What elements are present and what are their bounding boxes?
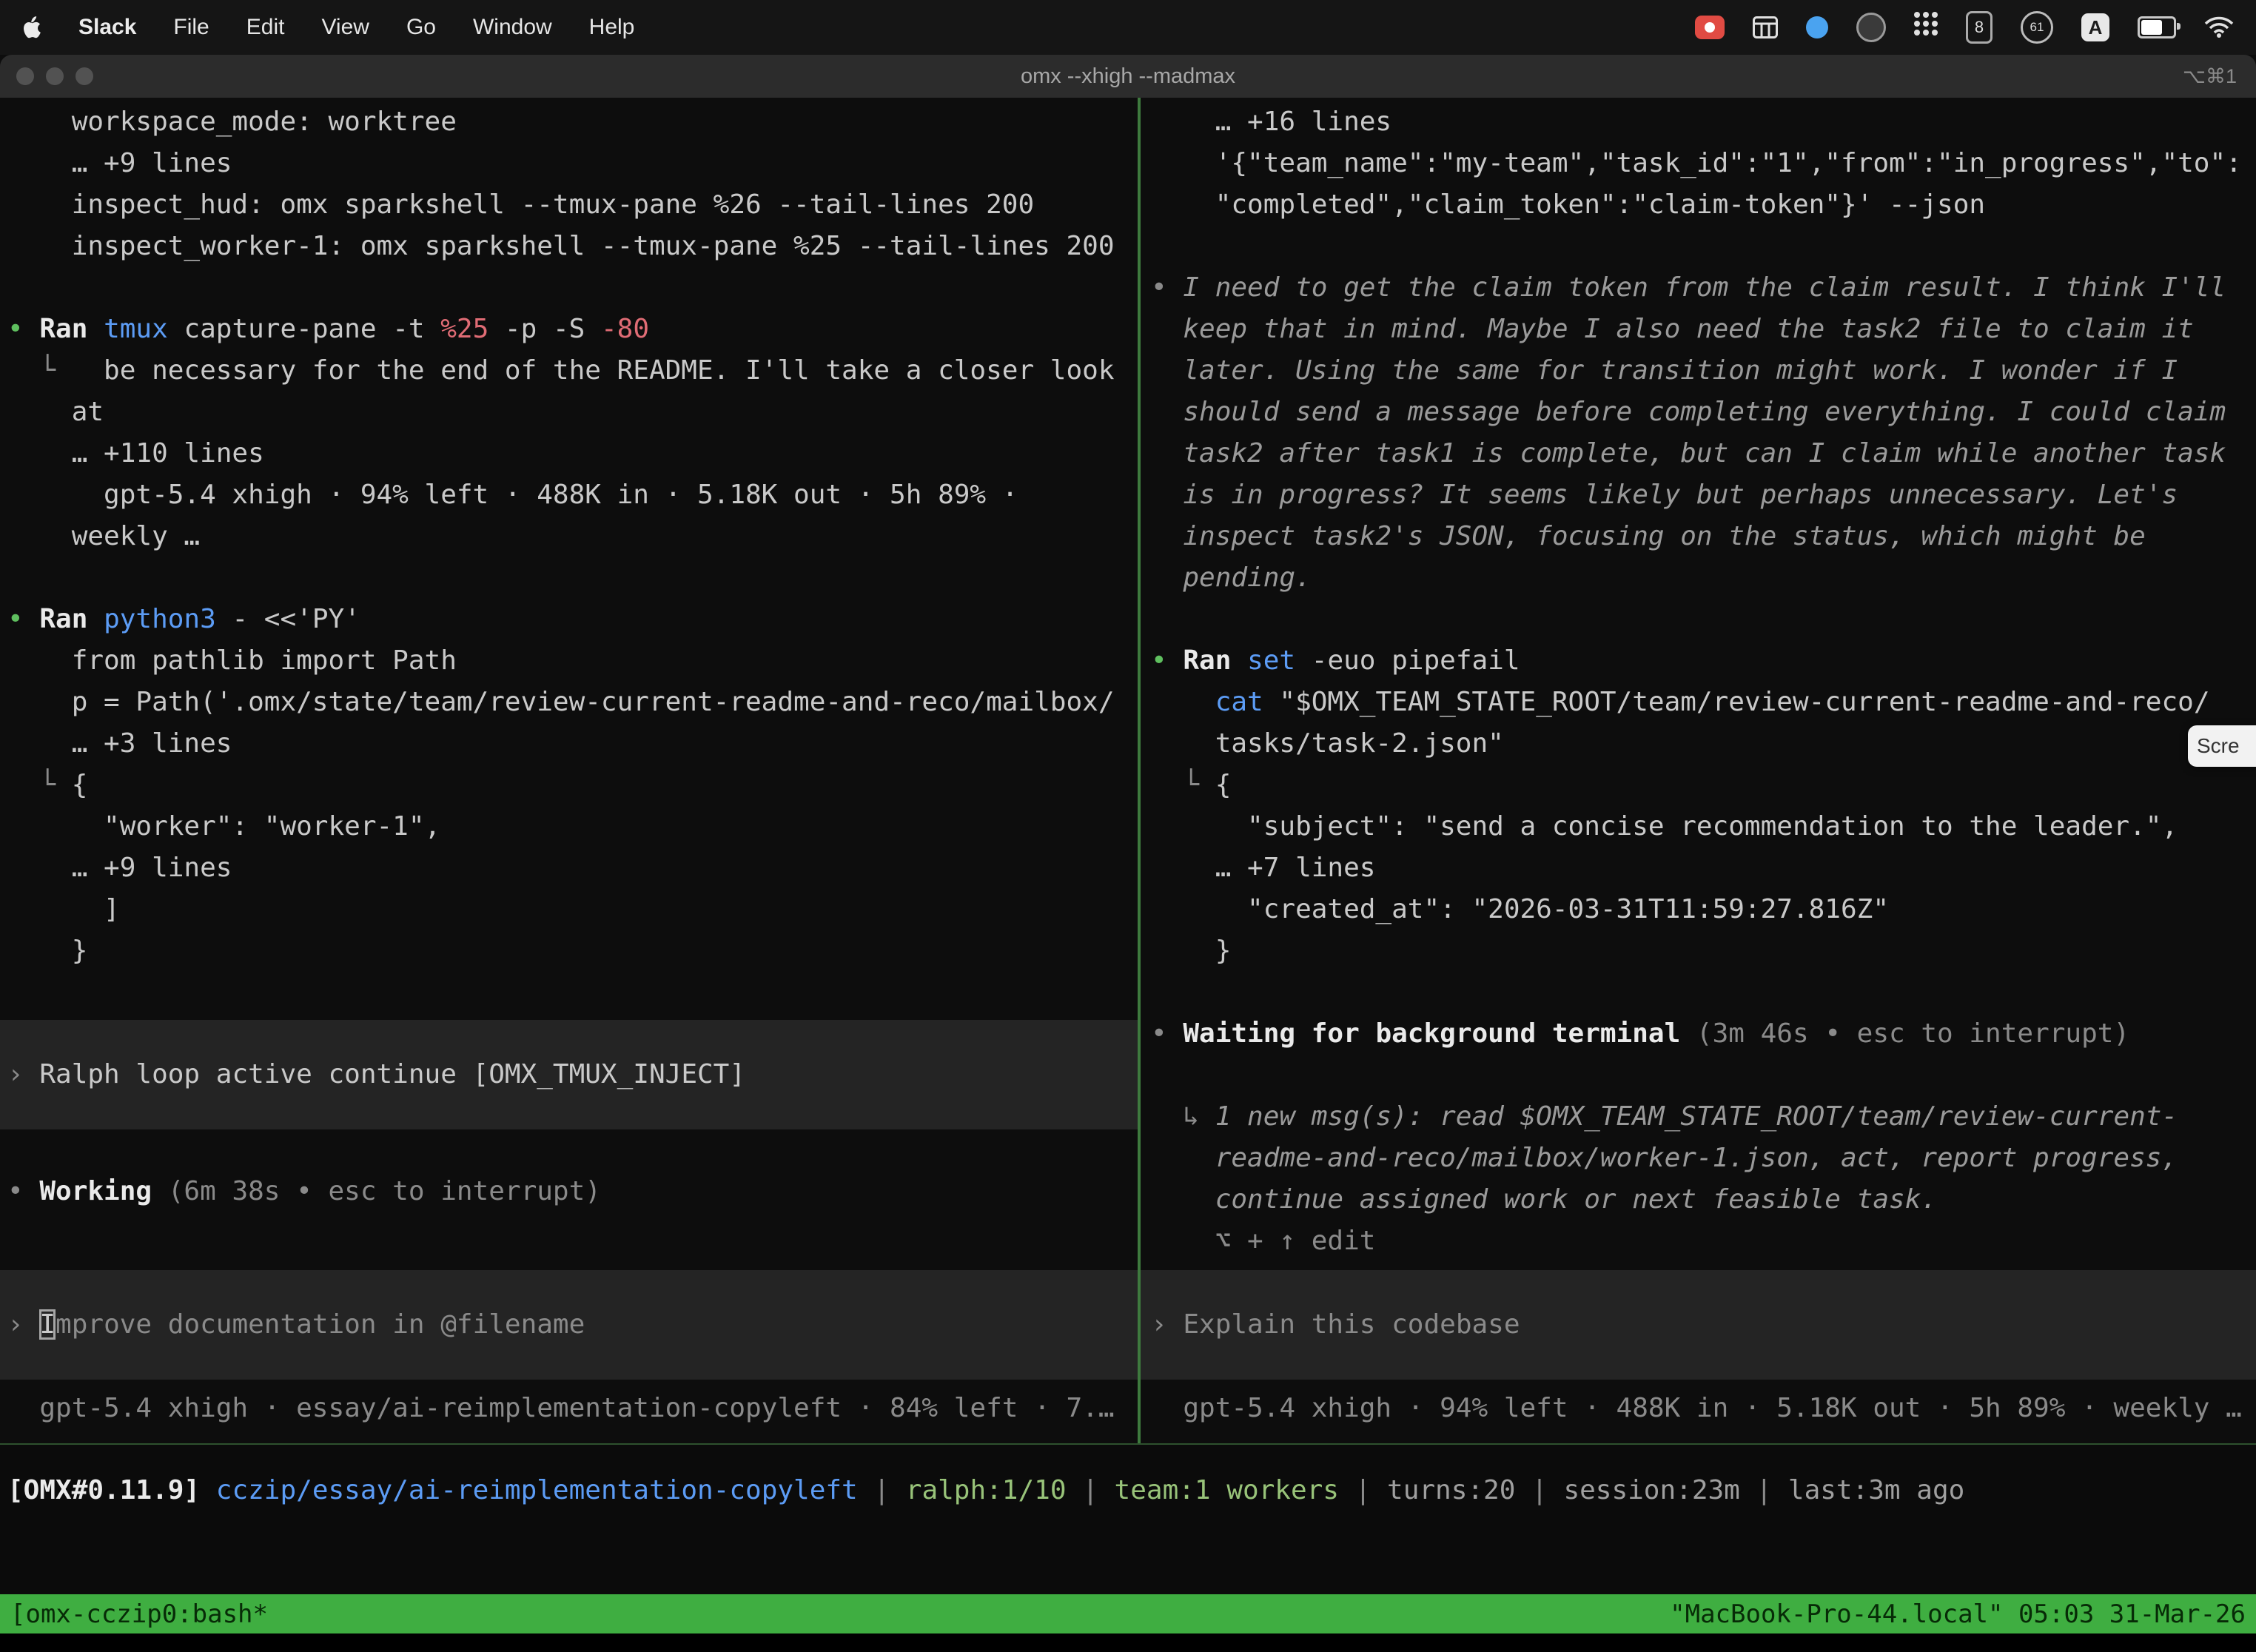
terminal-line: … +9 lines: [0, 847, 1138, 889]
terminal-line: inspect task2's JSON, focusing on the st…: [1141, 516, 2256, 557]
letter-a-icon[interactable]: A: [2081, 13, 2109, 41]
omx-status-line: [OMX#0.11.9] cczip/essay/ai-reimplementa…: [0, 1445, 2256, 1511]
dark-circle-icon[interactable]: [1856, 12, 1886, 43]
prompt-ralph-loop[interactable]: › Ralph loop active continue [OMX_TMUX_I…: [0, 1020, 1138, 1129]
menu-bar-left: Slack File Edit View Go Window Help: [22, 12, 634, 43]
screen-notification[interactable]: Scre: [2188, 725, 2256, 767]
battery-icon[interactable]: [2138, 12, 2176, 43]
menu-go[interactable]: Go: [406, 15, 436, 40]
terminal-line: is in progress? It seems likely but perh…: [1141, 474, 2256, 516]
menu-window[interactable]: Window: [473, 15, 552, 40]
tmux-session-label: [omx-cczip0:bash*: [10, 1599, 268, 1629]
tmux-host-time: "MacBook-Pro-44.local" 05:03 31-Mar-26: [1670, 1599, 2246, 1629]
terminal-line: from pathlib import Path: [0, 640, 1138, 682]
terminal-line: readme-and-reco/mailbox/worker-1.json, a…: [1141, 1138, 2256, 1179]
working-status: • Working (6m 38s • esc to interrupt): [0, 1171, 1138, 1212]
terminal-line: gpt-5.4 xhigh · 94% left · 488K in · 5.1…: [0, 474, 1138, 516]
prompt-improve-docs[interactable]: › Improve documentation in @filename: [0, 1270, 1138, 1380]
terminal-line: … +110 lines: [0, 433, 1138, 474]
terminal-line: "subject": "send a concise recommendatio…: [1141, 806, 2256, 847]
terminal-line: [1141, 972, 2256, 1013]
right-pane: … +16 lines '{"team_name":"my-team","tas…: [1141, 98, 2256, 1443]
command-line: • Ran tmux capture-pane -t %25 -p -S -80: [0, 309, 1138, 350]
waiting-status: • Waiting for background terminal (3m 46…: [1141, 1013, 2256, 1055]
menu-app-name[interactable]: Slack: [78, 15, 136, 40]
terminal-line: … +7 lines: [1141, 847, 2256, 889]
terminal-line: should send a message before completing …: [1141, 392, 2256, 433]
terminal-line: [1141, 599, 2256, 640]
pane-status-line: gpt-5.4 xhigh · essay/ai-reimplementatio…: [0, 1388, 1138, 1429]
terminal-line: inspect_worker-1: omx sparkshell --tmux-…: [0, 226, 1138, 267]
window-title-bar: omx --xhigh --madmax ⌥⌘1: [0, 55, 2256, 98]
terminal-line: [0, 267, 1138, 309]
terminal-line: pending.: [1141, 557, 2256, 599]
menu-help[interactable]: Help: [589, 15, 635, 40]
terminal-line: … +3 lines: [0, 723, 1138, 765]
terminal-line: "worker": "worker-1",: [0, 806, 1138, 847]
terminal-line: p = Path('.omx/state/team/review-current…: [0, 682, 1138, 723]
table-icon[interactable]: [1753, 12, 1778, 43]
terminal-line: ]: [0, 889, 1138, 930]
terminal-line: [1141, 1055, 2256, 1096]
menu-bar: Slack File Edit View Go Window Help 8 61…: [0, 0, 2256, 55]
window-title: omx --xhigh --madmax: [0, 64, 2256, 89]
terminal-line: … +9 lines: [0, 143, 1138, 184]
traffic-lights: [0, 67, 93, 85]
terminal-line: }: [1141, 930, 2256, 972]
apple-icon: [22, 16, 41, 39]
droplet-icon[interactable]: [1806, 12, 1828, 43]
menu-bar-status-icons: 8 61 A: [1695, 11, 2234, 44]
edit-hint: ⌥ + ↑ edit: [1141, 1220, 2256, 1262]
terminal-line: … +16 lines: [1141, 101, 2256, 143]
prompt-explain-codebase[interactable]: › Explain this codebase: [1141, 1270, 2256, 1380]
key-tile-icon[interactable]: 8: [1966, 11, 1993, 44]
terminal-line: [1141, 226, 2256, 267]
left-pane: workspace_mode: worktree … +9 lines insp…: [0, 98, 1138, 1443]
terminal-line: "completed","claim_token":"claim-token"}…: [1141, 184, 2256, 226]
terminal-line: task2 after task1 is complete, but can I…: [1141, 433, 2256, 474]
terminal-line: └ {: [1141, 765, 2256, 806]
minimize-button[interactable]: [46, 67, 64, 85]
pane-status-line: gpt-5.4 xhigh · 94% left · 488K in · 5.1…: [1141, 1388, 2256, 1429]
zoom-button[interactable]: [75, 67, 93, 85]
window-shortcut-hint: ⌥⌘1: [2183, 65, 2256, 88]
wifi-icon[interactable]: [2204, 12, 2234, 43]
mailbox-message: ↳ 1 new msg(s): read $OMX_TEAM_STATE_ROO…: [1141, 1096, 2256, 1138]
app-grid-icon[interactable]: [1914, 12, 1938, 43]
terminal-line: [0, 1129, 1138, 1171]
screen: Slack File Edit View Go Window Help 8 61…: [0, 0, 2256, 1652]
terminal-line: └ be necessary for the end of the README…: [0, 350, 1138, 392]
terminal-line: inspect_hud: omx sparkshell --tmux-pane …: [0, 184, 1138, 226]
terminal-panes: workspace_mode: worktree … +9 lines insp…: [0, 98, 2256, 1445]
menu-view[interactable]: View: [321, 15, 369, 40]
tmux-status-bar: [omx-cczip0:bash* "MacBook-Pro-44.local"…: [0, 1594, 2256, 1633]
command-line: • Ran python3 - <<'PY': [0, 599, 1138, 640]
terminal-line: weekly …: [0, 516, 1138, 557]
screen-recording-indicator-icon[interactable]: [1695, 16, 1725, 39]
terminal-line: later. Using the same for transition mig…: [1141, 350, 2256, 392]
terminal-line: }: [0, 930, 1138, 972]
terminal-line: at: [0, 392, 1138, 433]
terminal-line: "created_at": "2026-03-31T11:59:27.816Z": [1141, 889, 2256, 930]
bottom-strip: [0, 1633, 2256, 1652]
menu-file[interactable]: File: [173, 15, 209, 40]
apple-menu[interactable]: [22, 12, 41, 43]
terminal-line: keep that in mind. Maybe I also need the…: [1141, 309, 2256, 350]
terminal-line: cat "$OMX_TEAM_STATE_ROOT/team/review-cu…: [1141, 682, 2256, 723]
command-line: • Ran set -euo pipefail: [1141, 640, 2256, 682]
omx-hud: [OMX#0.11.9] cczip/essay/ai-reimplementa…: [0, 1445, 2256, 1594]
terminal-line: '{"team_name":"my-team","task_id":"1","f…: [1141, 143, 2256, 184]
close-button[interactable]: [16, 67, 34, 85]
terminal-line: [0, 557, 1138, 599]
terminal-line: workspace_mode: worktree: [0, 101, 1138, 143]
terminal-line: continue assigned work or next feasible …: [1141, 1179, 2256, 1220]
thinking-line: • I need to get the claim token from the…: [1141, 267, 2256, 309]
gauge-icon[interactable]: 61: [2021, 11, 2053, 44]
terminal-line: tasks/task-2.json": [1141, 723, 2256, 765]
menu-edit[interactable]: Edit: [246, 15, 285, 40]
terminal-line: └ {: [0, 765, 1138, 806]
